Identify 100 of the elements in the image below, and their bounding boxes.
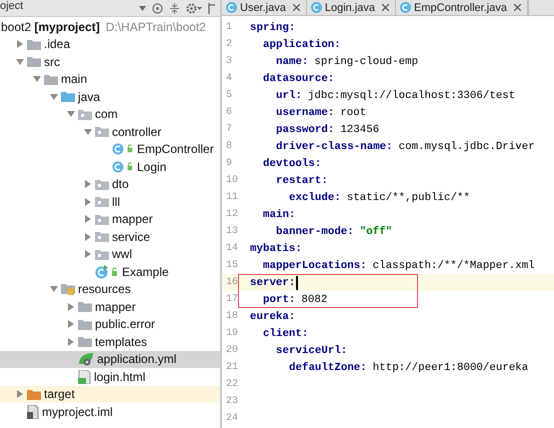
tree-item[interactable]: lll bbox=[0, 193, 220, 210]
expanded-arrow-icon[interactable] bbox=[67, 111, 75, 118]
collapsed-arrow-icon[interactable] bbox=[85, 232, 91, 241]
class-icon bbox=[112, 143, 134, 156]
class-icon bbox=[226, 2, 237, 13]
tree-item[interactable]: public.error bbox=[0, 316, 220, 333]
yaml-value: http://peer1:8000/eureka bbox=[372, 362, 528, 374]
close-icon[interactable] bbox=[514, 4, 521, 11]
package-folder-icon bbox=[95, 196, 109, 208]
yaml-key: port: bbox=[263, 294, 296, 306]
yaml-key: serviceUrl: bbox=[276, 344, 348, 356]
collapsed-arrow-icon[interactable] bbox=[85, 198, 91, 206]
line-number: 4 bbox=[225, 73, 234, 84]
tree-item[interactable]: java bbox=[0, 88, 220, 106]
yaml-value: 123456 bbox=[340, 124, 380, 136]
tree-item[interactable]: main bbox=[0, 70, 220, 88]
yaml-key: client: bbox=[263, 328, 308, 340]
tree-item[interactable]: mapper bbox=[0, 298, 220, 316]
line-number: 11 bbox=[225, 192, 240, 203]
expanded-arrow-icon[interactable] bbox=[33, 76, 41, 82]
tree-item[interactable]: Example bbox=[0, 263, 220, 280]
yaml-key: driver-class-name: bbox=[276, 140, 393, 152]
yaml-key: url: bbox=[276, 90, 302, 102]
tree-item[interactable]: .idea bbox=[0, 36, 220, 53]
html-file-icon bbox=[78, 370, 91, 384]
line-number: 20 bbox=[225, 345, 240, 356]
tree-item[interactable]: controller bbox=[0, 123, 220, 140]
yaml-key: application: bbox=[263, 38, 341, 50]
yaml-key: username: bbox=[276, 106, 334, 118]
tree-item[interactable]: target bbox=[0, 386, 220, 403]
yaml-value: spring-cloud-emp bbox=[314, 56, 418, 68]
collapsed-arrow-icon[interactable] bbox=[85, 215, 91, 224]
tree-item[interactable]: service bbox=[0, 228, 220, 246]
collapsed-arrow-icon[interactable] bbox=[17, 390, 23, 398]
panel-title: oject bbox=[0, 0, 24, 12]
tree-item[interactable]: myproject.iml bbox=[0, 403, 220, 420]
collapsed-arrow-icon[interactable] bbox=[85, 250, 91, 258]
folder-icon bbox=[27, 56, 41, 68]
yaml-value: 8082 bbox=[301, 294, 328, 306]
settings-icon[interactable] bbox=[186, 2, 202, 14]
line-number: 24 bbox=[225, 413, 240, 424]
folder-icon bbox=[61, 91, 75, 102]
package-folder-icon bbox=[95, 178, 109, 190]
yaml-key: restart: bbox=[276, 174, 328, 186]
expanded-arrow-icon[interactable] bbox=[50, 286, 58, 292]
leaf-icon bbox=[78, 352, 94, 366]
collapsed-arrow-icon[interactable] bbox=[17, 40, 23, 48]
project-root[interactable]: boot2 [myproject] bbox=[1, 20, 100, 34]
yaml-key: name: bbox=[276, 56, 308, 68]
line-number: 12 bbox=[225, 209, 240, 220]
line-number: 10 bbox=[225, 175, 240, 186]
line-number: 5 bbox=[225, 90, 234, 101]
tree-item[interactable]: templates bbox=[0, 333, 220, 350]
tree-item[interactable]: wwl bbox=[0, 246, 220, 263]
tree-item[interactable]: Login bbox=[0, 158, 220, 176]
collapsed-arrow-icon[interactable] bbox=[68, 338, 74, 346]
expanded-arrow-icon[interactable] bbox=[84, 128, 92, 135]
tree-item[interactable]: src bbox=[0, 53, 220, 70]
dropdown-arrow-icon[interactable] bbox=[139, 6, 146, 10]
line-number: 17 bbox=[225, 294, 240, 305]
tree-item[interactable]: dto bbox=[0, 176, 220, 193]
collapsed-arrow-icon[interactable] bbox=[85, 180, 91, 188]
collapsed-arrow-icon[interactable] bbox=[68, 320, 74, 328]
line-number: 16 bbox=[225, 277, 240, 288]
runnable-class-icon bbox=[95, 264, 119, 279]
line-number: 18 bbox=[225, 311, 240, 322]
yaml-key: main: bbox=[263, 208, 296, 220]
tree-item[interactable]: resources bbox=[0, 280, 220, 298]
line-number: 2 bbox=[225, 39, 234, 50]
line-number: 7 bbox=[225, 124, 234, 135]
tree-item[interactable]: com bbox=[0, 106, 220, 123]
folder-icon bbox=[78, 301, 92, 312]
package-folder-icon bbox=[95, 231, 109, 242]
tree-item[interactable]: EmpController bbox=[0, 140, 220, 158]
folder-icon bbox=[44, 74, 58, 85]
text-cursor bbox=[296, 276, 298, 290]
tree-item[interactable]: application.yml bbox=[0, 350, 220, 368]
yaml-key: banner-mode: bbox=[276, 226, 354, 238]
yaml-key: exclude: bbox=[289, 192, 341, 204]
package-folder-icon bbox=[78, 108, 92, 120]
line-number: 15 bbox=[225, 260, 240, 271]
line-number: 22 bbox=[225, 379, 240, 390]
expanded-arrow-icon[interactable] bbox=[50, 94, 58, 100]
folder-icon bbox=[78, 336, 92, 348]
folder-icon bbox=[78, 318, 92, 330]
yaml-key: mybatis: bbox=[250, 242, 302, 254]
class-icon bbox=[400, 2, 412, 13]
line-number: 23 bbox=[225, 396, 240, 407]
package-folder-icon bbox=[95, 248, 109, 260]
collapse-icon[interactable] bbox=[169, 2, 180, 14]
expanded-arrow-icon[interactable] bbox=[16, 58, 24, 65]
collapsed-arrow-icon[interactable] bbox=[68, 302, 74, 311]
tree-item[interactable]: login.html bbox=[0, 368, 220, 386]
target-icon[interactable] bbox=[152, 2, 163, 14]
close-icon[interactable] bbox=[292, 4, 300, 11]
yaml-key: password: bbox=[276, 124, 334, 136]
tree-item[interactable]: mapper bbox=[0, 210, 220, 228]
package-folder-icon bbox=[95, 126, 109, 138]
close-icon[interactable] bbox=[382, 4, 390, 11]
line-number: 8 bbox=[225, 141, 234, 152]
